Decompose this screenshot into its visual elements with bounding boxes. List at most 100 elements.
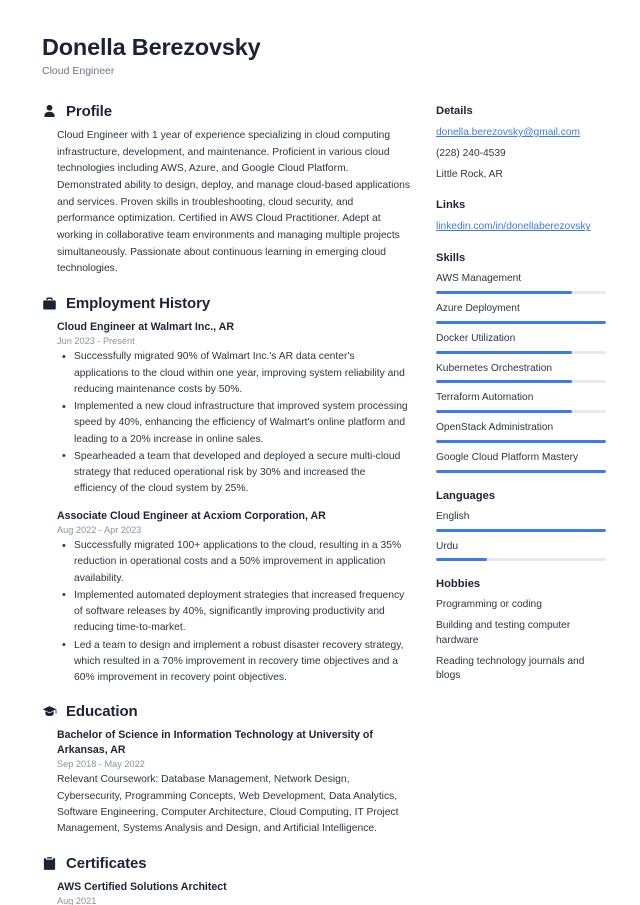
user-icon (42, 104, 57, 119)
section-profile: Profile Cloud Engineer with 1 year of ex… (42, 103, 410, 278)
skill-label: AWS Management (436, 273, 522, 285)
language-meter (436, 558, 606, 562)
skill-meter-fill (436, 469, 606, 473)
skill-meter (436, 410, 606, 414)
skill-meter (436, 439, 606, 443)
language-item: English (436, 510, 606, 532)
skill-meter (436, 291, 606, 295)
graduation-cap-icon (42, 704, 57, 719)
section-profile-title: Profile (66, 103, 112, 121)
language-meter-fill (436, 528, 606, 532)
section-profile-body: Cloud Engineer with 1 year of experience… (42, 128, 410, 278)
skill-label: Docker Utilization (436, 332, 516, 344)
skill-meter-fill (436, 320, 606, 324)
sidebar-skills-title: Skills (436, 252, 466, 265)
sidebar-languages-title: Languages (436, 489, 496, 502)
list-item: Implemented a new cloud infrastructure t… (57, 399, 410, 448)
skill-label: Terraform Automation (436, 392, 534, 404)
education-entry-date: Sep 2018 - May 2022 (57, 759, 145, 770)
skill-item: Kubernetes Orchestration (436, 362, 606, 384)
employment-entry-date: Aug 2022 - Apr 2023 (57, 525, 142, 536)
clipboard-icon (42, 856, 57, 871)
list-item: Implemented automated deployment strateg… (57, 587, 410, 637)
list-item: Led a team to design and implement a rob… (57, 637, 410, 687)
certificate-entry-title: AWS Certified Solutions Architect (57, 880, 227, 893)
phone-number: (228) 240-4539 (436, 147, 506, 159)
hobby-item: Reading technology journals and blogs (436, 655, 585, 682)
skill-label: OpenStack Administration (436, 422, 554, 434)
sidebar-skills: Skills AWS Management Azure Deployment D… (436, 252, 606, 473)
briefcase-icon (42, 296, 57, 311)
language-item: Urdu (436, 540, 606, 562)
skill-meter (436, 469, 606, 473)
skill-meter-fill (436, 291, 572, 295)
skill-meter (436, 380, 606, 384)
skill-meter-fill (436, 380, 572, 384)
education-entry-title: Bachelor of Science in Information Techn… (57, 729, 373, 756)
list-item: Successfully migrated 90% of Walmart Inc… (57, 349, 410, 398)
section-education-title: Education (66, 703, 138, 721)
language-meter (436, 528, 606, 532)
section-certificates-title: Certificates (66, 854, 147, 872)
sidebar-hobbies-title: Hobbies (436, 578, 481, 591)
main-column: Profile Cloud Engineer with 1 year of ex… (42, 103, 410, 905)
section-certificates-header: Certificates (42, 855, 410, 872)
skill-item: Azure Deployment (436, 302, 606, 324)
sidebar-details: Details donella.berezovsky@gmail.com (22… (436, 105, 606, 182)
resume-page: Donella Berezovsky Cloud Engineer Profil… (0, 0, 640, 905)
sidebar-links: Links linkedin.com/in/donellaberezovsky (436, 199, 606, 235)
sidebar-details-title: Details (436, 105, 473, 118)
section-profile-header: Profile (42, 103, 410, 120)
skill-item: Google Cloud Platform Mastery (436, 451, 606, 473)
skill-meter-fill (436, 410, 572, 414)
candidate-job-title: Cloud Engineer (42, 65, 115, 78)
skill-meter-fill (436, 439, 606, 443)
skill-label: Google Cloud Platform Mastery (436, 451, 579, 463)
employment-entry-title: Cloud Engineer at Walmart Inc., AR (57, 321, 234, 334)
skill-label: Azure Deployment (436, 303, 520, 315)
skill-meter (436, 320, 606, 324)
employment-entry-bullets: Successfully migrated 100+ applications … (57, 538, 410, 686)
certificate-entry: AWS Certified Solutions Architect Aug 20… (57, 880, 410, 905)
section-employment-body: Cloud Engineer at Walmart Inc., AR Jun 2… (42, 320, 410, 686)
section-employment: Employment History Cloud Engineer at Wal… (42, 295, 410, 686)
resume-header: Donella Berezovsky Cloud Engineer (42, 34, 600, 77)
section-certificates: Certificates AWS Certified Solutions Arc… (42, 855, 410, 905)
education-entry: Bachelor of Science in Information Techn… (57, 728, 410, 837)
employment-entry: Cloud Engineer at Walmart Inc., AR Jun 2… (57, 320, 410, 498)
sidebar-hobbies: Hobbies Programming or coding Building a… (436, 578, 606, 684)
section-employment-title: Employment History (66, 295, 211, 313)
list-item: Successfully migrated 100+ applications … (57, 538, 410, 587)
certificate-entry-date: Aug 2021 (57, 896, 97, 905)
employment-entry: Associate Cloud Engineer at Acxiom Corpo… (57, 509, 410, 687)
list-item: Spearheaded a team that developed and de… (57, 448, 410, 498)
section-employment-header: Employment History (42, 295, 410, 312)
email-link[interactable]: donella.berezovsky@gmail.com (436, 125, 606, 141)
location-text: Little Rock, AR (436, 168, 503, 180)
hobby-item: Programming or coding (436, 599, 542, 611)
candidate-name: Donella Berezovsky (42, 34, 261, 60)
language-meter-fill (436, 558, 487, 562)
section-education: Education Bachelor of Science in Informa… (42, 703, 410, 837)
skill-item: Terraform Automation (436, 391, 606, 414)
language-label: Urdu (436, 540, 459, 552)
hobby-item: Building and testing computer hardware (436, 620, 571, 646)
sidebar-links-title: Links (436, 199, 466, 212)
section-education-header: Education (42, 703, 410, 720)
resume-columns: Profile Cloud Engineer with 1 year of ex… (42, 103, 606, 905)
employment-entry-date: Jun 2023 - Present (57, 336, 135, 347)
section-certificates-body: AWS Certified Solutions Architect Aug 20… (42, 880, 410, 905)
language-label: English (436, 510, 470, 522)
profile-text: Cloud Engineer with 1 year of experience… (57, 130, 410, 275)
skill-label: Kubernetes Orchestration (436, 362, 553, 374)
employment-entry-bullets: Successfully migrated 90% of Walmart Inc… (57, 349, 410, 497)
education-entry-coursework: Relevant Coursework: Database Management… (57, 774, 399, 835)
skill-meter (436, 350, 606, 354)
sidebar-languages: Languages English Urdu (436, 490, 606, 562)
skill-item: Docker Utilization (436, 332, 606, 354)
skill-meter-fill (436, 350, 572, 354)
skill-item: AWS Management (436, 272, 606, 295)
linkedin-link[interactable]: linkedin.com/in/donellaberezovsky (436, 219, 606, 235)
skill-item: OpenStack Administration (436, 421, 606, 443)
section-education-body: Bachelor of Science in Information Techn… (42, 728, 410, 837)
